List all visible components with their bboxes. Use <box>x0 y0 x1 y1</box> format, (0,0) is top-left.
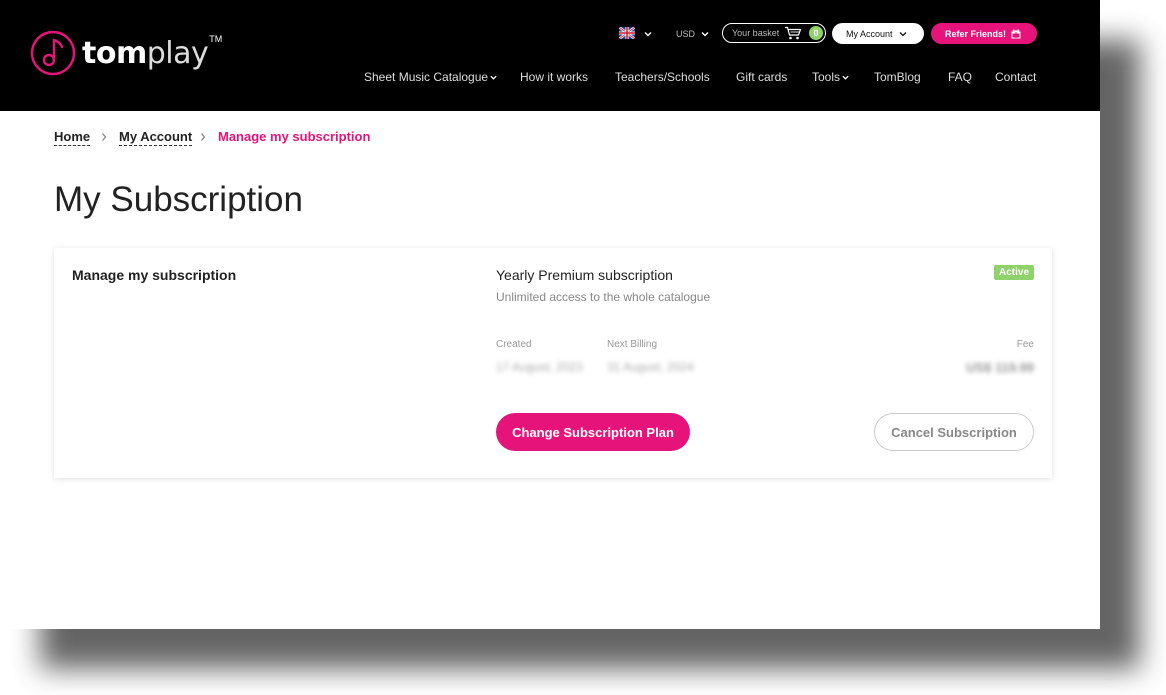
breadcrumb-current: Manage my subscription <box>218 129 371 144</box>
status-badge: Active <box>993 265 1034 280</box>
basket-label: Your basket <box>732 28 780 38</box>
language-chevron-down-icon[interactable] <box>644 30 652 38</box>
my-account-button[interactable]: My Account <box>832 23 924 44</box>
subscription-card: Manage my subscription Yearly Premium su… <box>54 248 1052 478</box>
next-billing-value: 31 August, 2024 <box>607 360 694 374</box>
change-subscription-plan-button[interactable]: Change Subscription Plan <box>496 413 690 451</box>
plan-name: Yearly Premium subscription <box>496 267 673 283</box>
created-value: 17 August, 2023 <box>496 360 583 374</box>
fee-value: US$ 119.99 <box>966 360 1034 375</box>
card-heading: Manage my subscription <box>72 267 237 283</box>
chevron-down-icon <box>842 75 849 80</box>
fee-label: Fee <box>1016 339 1034 350</box>
basket-button[interactable]: Your basket 0 <box>722 23 826 43</box>
browser-window: tomplay TM USD Your basket 0 My Account … <box>0 0 1100 629</box>
cart-icon <box>785 26 802 40</box>
plan-description: Unlimited access to the whole catalogue <box>496 290 711 304</box>
trademark-mark: TM <box>209 34 223 44</box>
nav-tools[interactable]: Tools <box>812 70 849 84</box>
tomplay-logo[interactable]: tomplay TM <box>30 30 222 76</box>
page-title: My Subscription <box>54 180 303 219</box>
chevron-down-icon <box>490 75 497 80</box>
nav-faq[interactable]: FAQ <box>948 70 972 84</box>
logo-wordmark: tomplay <box>82 35 209 71</box>
nav-teachers-schools[interactable]: Teachers/Schools <box>615 70 710 84</box>
music-note-logo-icon <box>30 30 76 76</box>
currency-chevron-down-icon[interactable] <box>701 30 709 38</box>
nav-contact[interactable]: Contact <box>995 70 1036 84</box>
refer-friends-label: Refer Friends! <box>945 28 1007 39</box>
breadcrumb-my-account[interactable]: My Account <box>119 129 193 146</box>
nav-sheet-music-catalogue[interactable]: Sheet Music Catalogue <box>364 70 497 84</box>
nav-how-it-works[interactable]: How it works <box>520 70 588 84</box>
site-header: tomplay TM USD Your basket 0 My Account … <box>0 0 1100 111</box>
gift-icon <box>1011 29 1021 38</box>
refer-friends-button[interactable]: Refer Friends! <box>931 23 1037 44</box>
currency-selector[interactable]: USD <box>676 29 695 39</box>
nav-gift-cards[interactable]: Gift cards <box>736 70 787 84</box>
created-label: Created <box>496 339 532 350</box>
my-account-label: My Account <box>846 28 893 39</box>
chevron-right-icon <box>201 133 206 141</box>
nav-tomblog[interactable]: TomBlog <box>874 70 921 84</box>
account-chevron-down-icon <box>899 31 906 36</box>
uk-flag-icon[interactable] <box>619 27 635 39</box>
basket-count-badge: 0 <box>809 26 823 40</box>
chevron-right-icon <box>102 133 107 141</box>
next-billing-label: Next Billing <box>607 339 658 350</box>
breadcrumb-home[interactable]: Home <box>54 129 91 146</box>
cancel-subscription-button[interactable]: Cancel Subscription <box>874 413 1034 451</box>
